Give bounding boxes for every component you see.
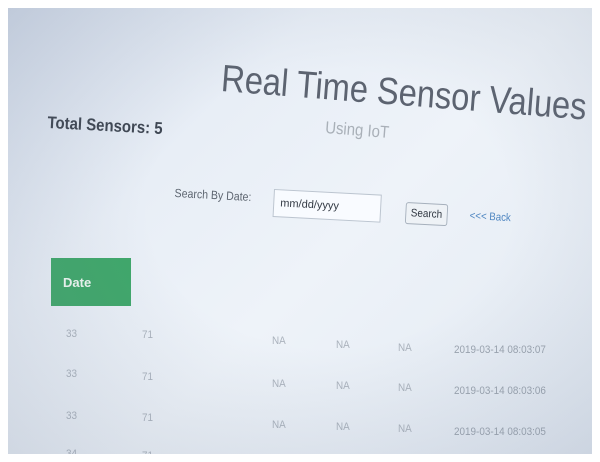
table-cell-value-3: NA [272,378,286,390]
page-title: Real Time Sensor Values [219,58,589,129]
table-cell-timestamp: 2019-03-14 08:03:07 [454,344,546,356]
table-cell-value-5: NA [398,382,412,394]
table-cell-value-3: NA [272,419,286,431]
table-cell-value-2: 71 [142,371,154,383]
table-cell-value-5: NA [398,423,412,435]
table-cell-value-2: 71 [142,412,154,424]
table-cell-value-1: 33 [66,410,78,422]
table-cell-value-2: 71 [142,450,153,454]
table-header-date: Date [51,258,131,306]
search-by-date-label: Search By Date: [174,186,252,205]
table-cell-value-3: NA [272,335,286,347]
table-cell-value-1: 33 [66,368,78,380]
search-button[interactable]: Search [404,202,449,227]
table-cell-value-4: NA [336,421,350,433]
back-link[interactable]: <<< Back [469,210,511,224]
table-cell-value-4: NA [336,380,350,392]
page-subtitle: Using IoT [324,118,390,142]
table-cell-value-4: NA [336,339,350,351]
total-sensors-label: Total Sensors: 5 [47,113,164,139]
table-cell-value-2: 71 [142,329,154,341]
monitor-photo: Real Time Sensor Values Using IoT Total … [8,8,592,454]
table-cell-value-1: 34 [66,448,78,454]
table-cell-timestamp: 2019-03-14 08:03:06 [454,385,546,397]
table-cell-value-5: NA [398,342,412,354]
table-cell-value-1: 33 [66,328,78,340]
table-cell-timestamp: 2019-03-14 08:03:05 [454,426,546,438]
date-input[interactable] [272,189,382,223]
